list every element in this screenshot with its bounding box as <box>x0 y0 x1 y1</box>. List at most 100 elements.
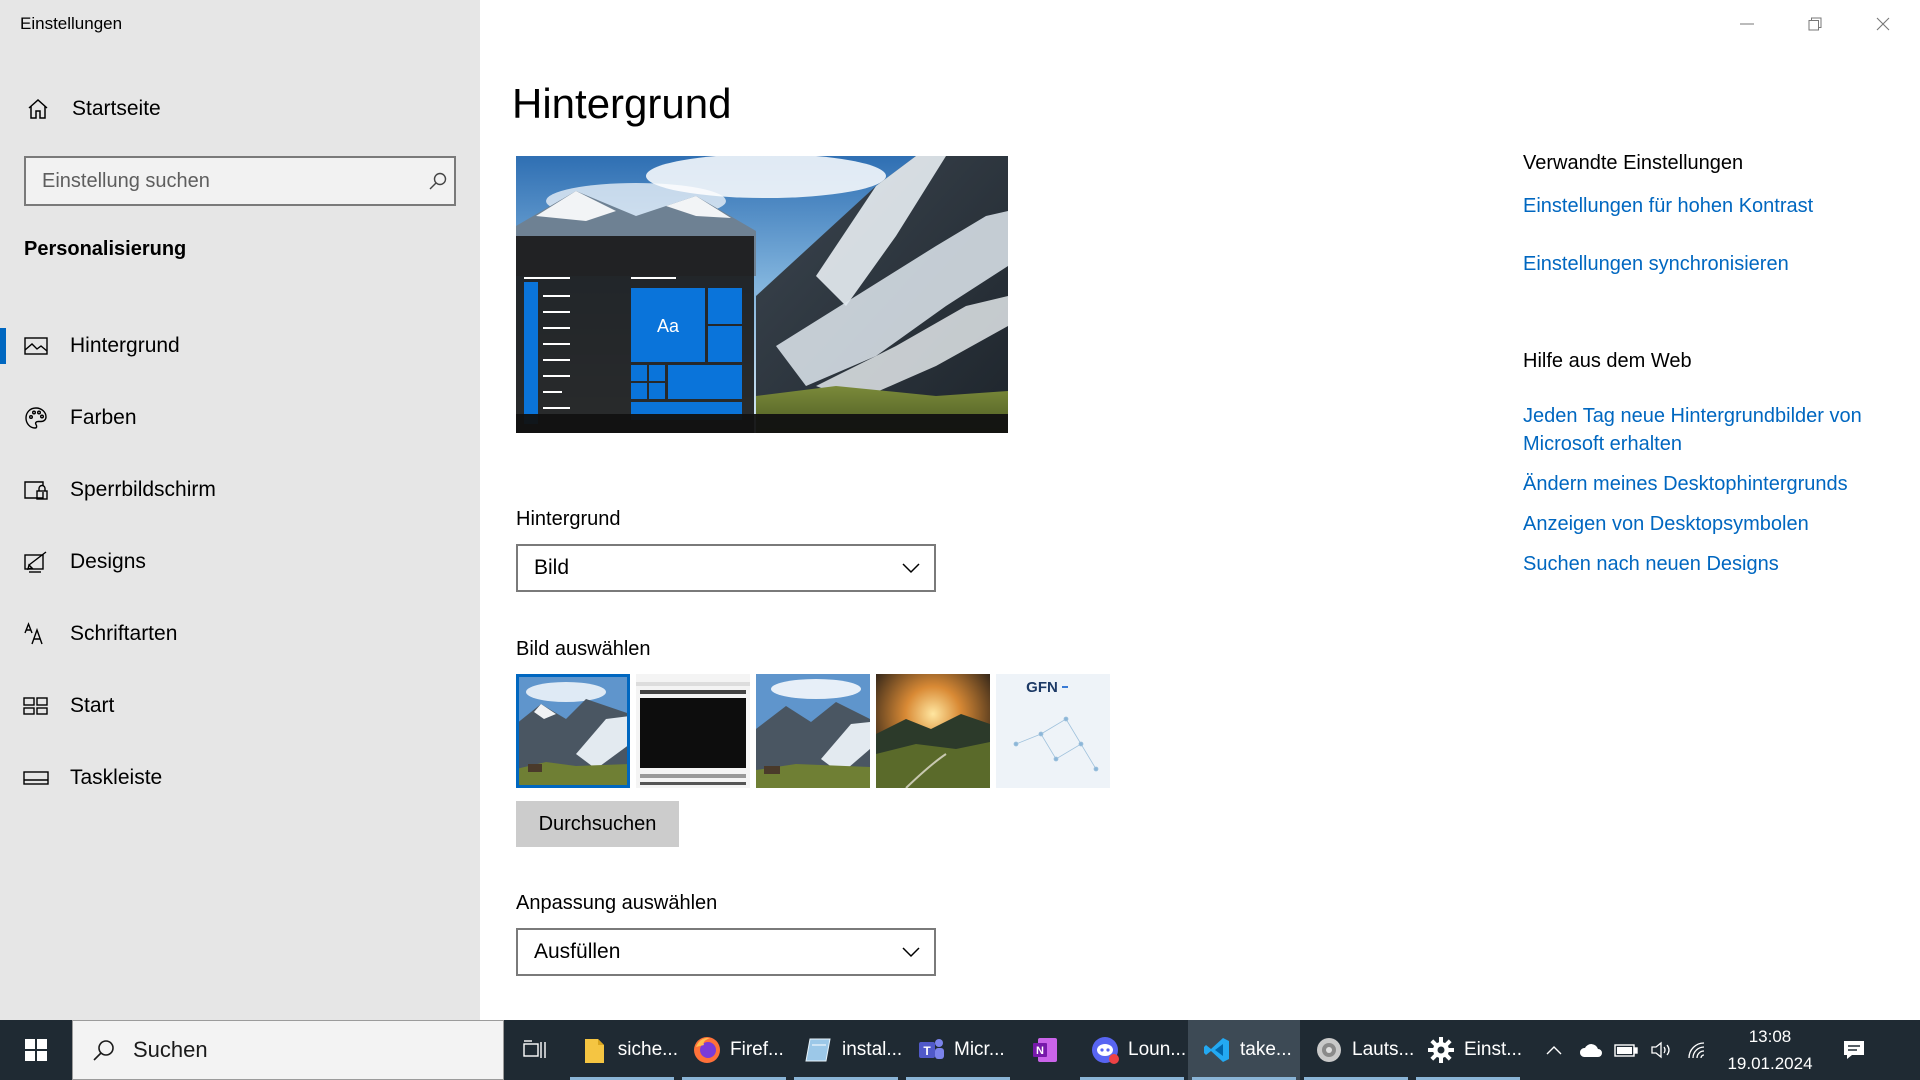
taskbar-app-label: Firef... <box>730 1039 784 1060</box>
thumbnail-logo-text: GFN <box>1026 679 1058 696</box>
speaker-icon <box>1651 1041 1670 1059</box>
taskbar-app-explorer[interactable]: siche... <box>566 1020 678 1080</box>
nav-item-farben[interactable]: Farben <box>0 382 480 454</box>
choose-picture-label: Bild auswählen <box>516 638 651 660</box>
picture-icon <box>22 332 50 360</box>
nav-item-schriftarten[interactable]: Schriftarten <box>0 598 480 670</box>
picture-thumbnail[interactable] <box>756 674 870 788</box>
network-button[interactable] <box>1680 1020 1716 1080</box>
taskbar-app-label: take... <box>1240 1039 1292 1060</box>
fonts-icon <box>22 620 50 648</box>
nav-item-label: Farben <box>70 406 137 429</box>
fit-label: Anpassung auswählen <box>516 892 718 914</box>
taskbar-app-discord[interactable]: Loun... <box>1076 1020 1188 1080</box>
section-title: Personalisierung <box>24 238 187 260</box>
taskbar: Suchen siche... Firef... instal... T Mic… <box>0 1020 1920 1080</box>
desktop-preview: Aa <box>516 156 1008 433</box>
tray-overflow-button[interactable] <box>1536 1020 1572 1080</box>
firefox-icon <box>692 1035 722 1065</box>
minimize-button[interactable] <box>1713 0 1781 48</box>
start-icon <box>22 692 50 720</box>
settings-search-input[interactable] <box>42 169 422 193</box>
link-desktop-icons[interactable]: Anzeigen von Desktopsymbolen <box>1523 510 1903 538</box>
link-sync-settings[interactable]: Einstellungen synchronisieren <box>1523 250 1903 278</box>
installer-icon <box>804 1035 834 1065</box>
chevron-down-icon <box>902 947 920 958</box>
start-button[interactable] <box>0 1020 72 1080</box>
related-heading: Verwandte Einstellungen <box>1523 152 1744 174</box>
nav-item-label: Designs <box>70 550 146 573</box>
onedrive-button[interactable] <box>1572 1020 1608 1080</box>
picture-thumbnails: GFN <box>516 674 1110 788</box>
volume-button[interactable] <box>1644 1020 1680 1080</box>
nav-item-label: Start <box>70 694 115 717</box>
settings-gear-icon <box>1426 1035 1456 1065</box>
notifications-button[interactable] <box>1832 1020 1876 1080</box>
background-type-label: Hintergrund <box>516 508 621 530</box>
home-label: Startseite <box>72 97 161 120</box>
fit-dropdown[interactable]: Ausfüllen <box>516 928 936 976</box>
personalization-nav: Hintergrund Farben Sperrbildschirm Desig… <box>0 310 480 814</box>
settings-search-box[interactable] <box>24 156 456 206</box>
vscode-icon <box>1202 1035 1232 1065</box>
nav-item-designs[interactable]: Designs <box>0 526 480 598</box>
taskbar-app-speaker[interactable]: Lauts... <box>1300 1020 1415 1080</box>
clock-date: 19.01.2024 <box>1727 1054 1813 1073</box>
restore-button[interactable] <box>1781 0 1849 48</box>
taskbar-clock[interactable]: 13:08 19.01.2024 <box>1724 1023 1816 1077</box>
nav-item-hintergrund[interactable]: Hintergrund <box>0 310 480 382</box>
browse-button[interactable]: Durchsuchen <box>516 801 679 847</box>
taskbar-app-label: siche... <box>617 1039 678 1060</box>
taskbar-app-label: Micr... <box>954 1039 1005 1060</box>
window-title: Einstellungen <box>20 14 123 33</box>
preview-tile-text: Aa <box>657 316 680 336</box>
background-type-dropdown[interactable]: Bild <box>516 544 936 592</box>
link-daily-backgrounds[interactable]: Jeden Tag neue Hintergrundbilder von Mic… <box>1523 402 1903 458</box>
task-view-button[interactable] <box>504 1020 566 1080</box>
nav-item-start[interactable]: Start <box>0 670 480 742</box>
taskbar-app-firefox[interactable]: Firef... <box>678 1020 790 1080</box>
lock-screen-icon <box>22 476 50 504</box>
speaker-app-icon <box>1314 1035 1344 1065</box>
picture-thumbnail[interactable] <box>636 674 750 788</box>
link-change-background[interactable]: Ändern meines Desktophintergrunds <box>1523 470 1903 498</box>
close-button[interactable] <box>1849 0 1917 48</box>
home-nav-item[interactable]: Startseite <box>0 88 480 130</box>
taskbar-search-label: Suchen <box>133 1037 208 1062</box>
nav-item-sperrbildschirm[interactable]: Sperrbildschirm <box>0 454 480 526</box>
taskbar-app-label: Loun... <box>1128 1039 1187 1060</box>
link-high-contrast[interactable]: Einstellungen für hohen Kontrast <box>1523 192 1903 220</box>
home-icon <box>24 95 52 123</box>
background-type-value: Bild <box>534 556 570 579</box>
restore-icon <box>1808 17 1822 31</box>
folder-icon <box>580 1035 610 1065</box>
picture-thumbnail[interactable] <box>516 674 630 788</box>
taskbar-app-settings[interactable]: Einst... <box>1412 1020 1524 1080</box>
taskbar-icon <box>22 764 50 792</box>
chevron-down-icon <box>902 563 920 574</box>
minimize-icon <box>1740 23 1754 25</box>
notification-center-icon <box>1844 1041 1864 1059</box>
page-title: Hintergrund <box>512 80 732 127</box>
taskbar-app-teams[interactable]: T Micr... <box>902 1020 1014 1080</box>
taskbar-app-vscode[interactable]: take... <box>1188 1020 1300 1080</box>
nav-item-taskleiste[interactable]: Taskleiste <box>0 742 480 814</box>
svg-text:T: T <box>923 1044 931 1058</box>
link-new-designs[interactable]: Suchen nach neuen Designs <box>1523 550 1903 578</box>
picture-thumbnail[interactable] <box>876 674 990 788</box>
close-icon <box>1876 17 1890 31</box>
battery-button[interactable] <box>1608 1020 1644 1080</box>
nav-item-label: Sperrbildschirm <box>70 478 216 501</box>
taskbar-app-label: Lauts... <box>1352 1039 1415 1060</box>
chevron-up-icon <box>1546 1046 1562 1055</box>
settings-sidebar: Einstellungen Startseite Personalisierun… <box>0 0 480 1020</box>
taskbar-app-installer[interactable]: instal... <box>790 1020 902 1080</box>
taskbar-search[interactable]: Suchen <box>72 1020 504 1080</box>
picture-thumbnail[interactable]: GFN <box>996 674 1110 788</box>
taskbar-app-onenote[interactable]: N <box>1014 1020 1076 1080</box>
discord-icon <box>1090 1035 1120 1065</box>
palette-icon <box>22 404 50 432</box>
task-view-icon <box>520 1035 550 1065</box>
search-icon[interactable] <box>426 169 450 193</box>
wifi-icon <box>1688 1042 1705 1059</box>
